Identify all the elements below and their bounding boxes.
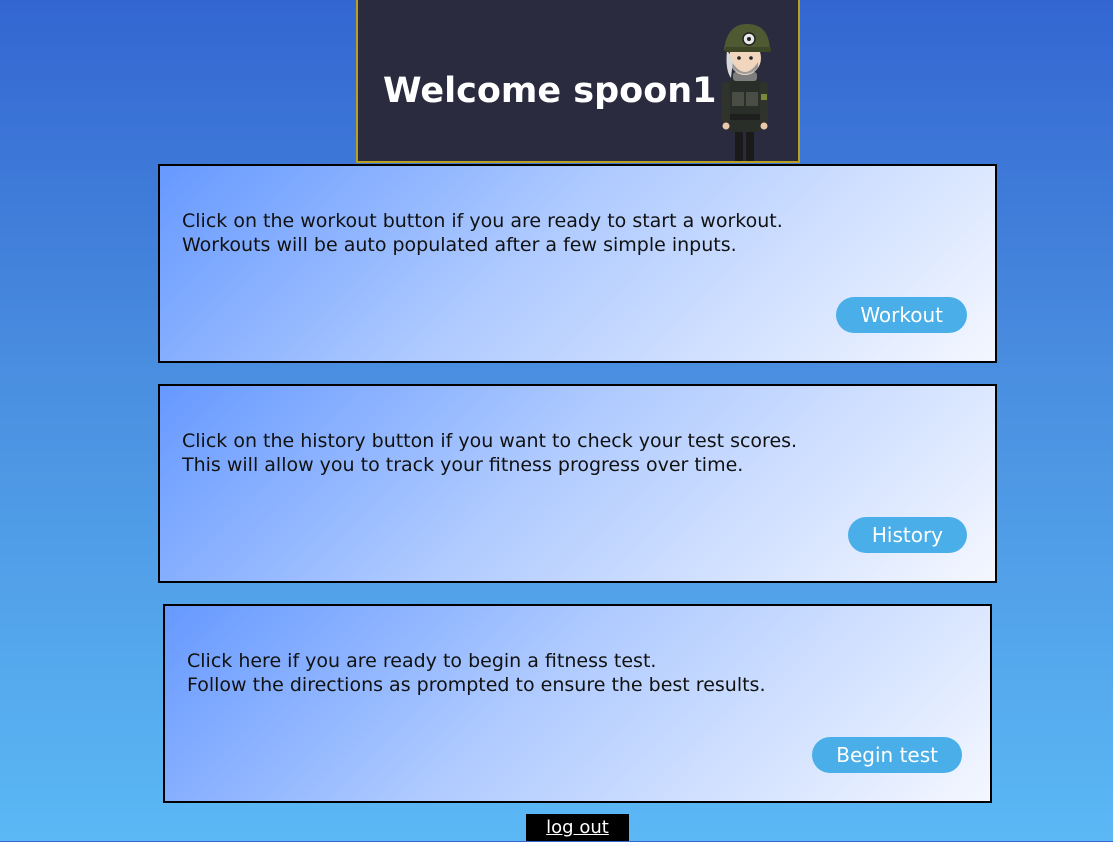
workout-description: Click on the workout button if you are r… <box>182 210 783 256</box>
logout-link[interactable]: log out <box>526 814 629 841</box>
history-card: Click on the history button if you want … <box>158 384 997 583</box>
soldier-avatar-icon <box>722 24 771 161</box>
history-description: Click on the history button if you want … <box>182 430 798 476</box>
begin-test-button[interactable]: Begin test <box>812 737 962 773</box>
fitness-test-description: Click here if you are ready to begin a f… <box>187 650 766 696</box>
workout-card: Click on the workout button if you are r… <box>158 164 997 363</box>
page-title: Welcome spoon1 <box>383 71 717 111</box>
fitness-test-card: Click here if you are ready to begin a f… <box>163 604 992 803</box>
history-button[interactable]: History <box>847 517 967 553</box>
workout-button[interactable]: Workout <box>836 297 967 333</box>
welcome-header: Welcome spoon1 <box>356 0 800 163</box>
